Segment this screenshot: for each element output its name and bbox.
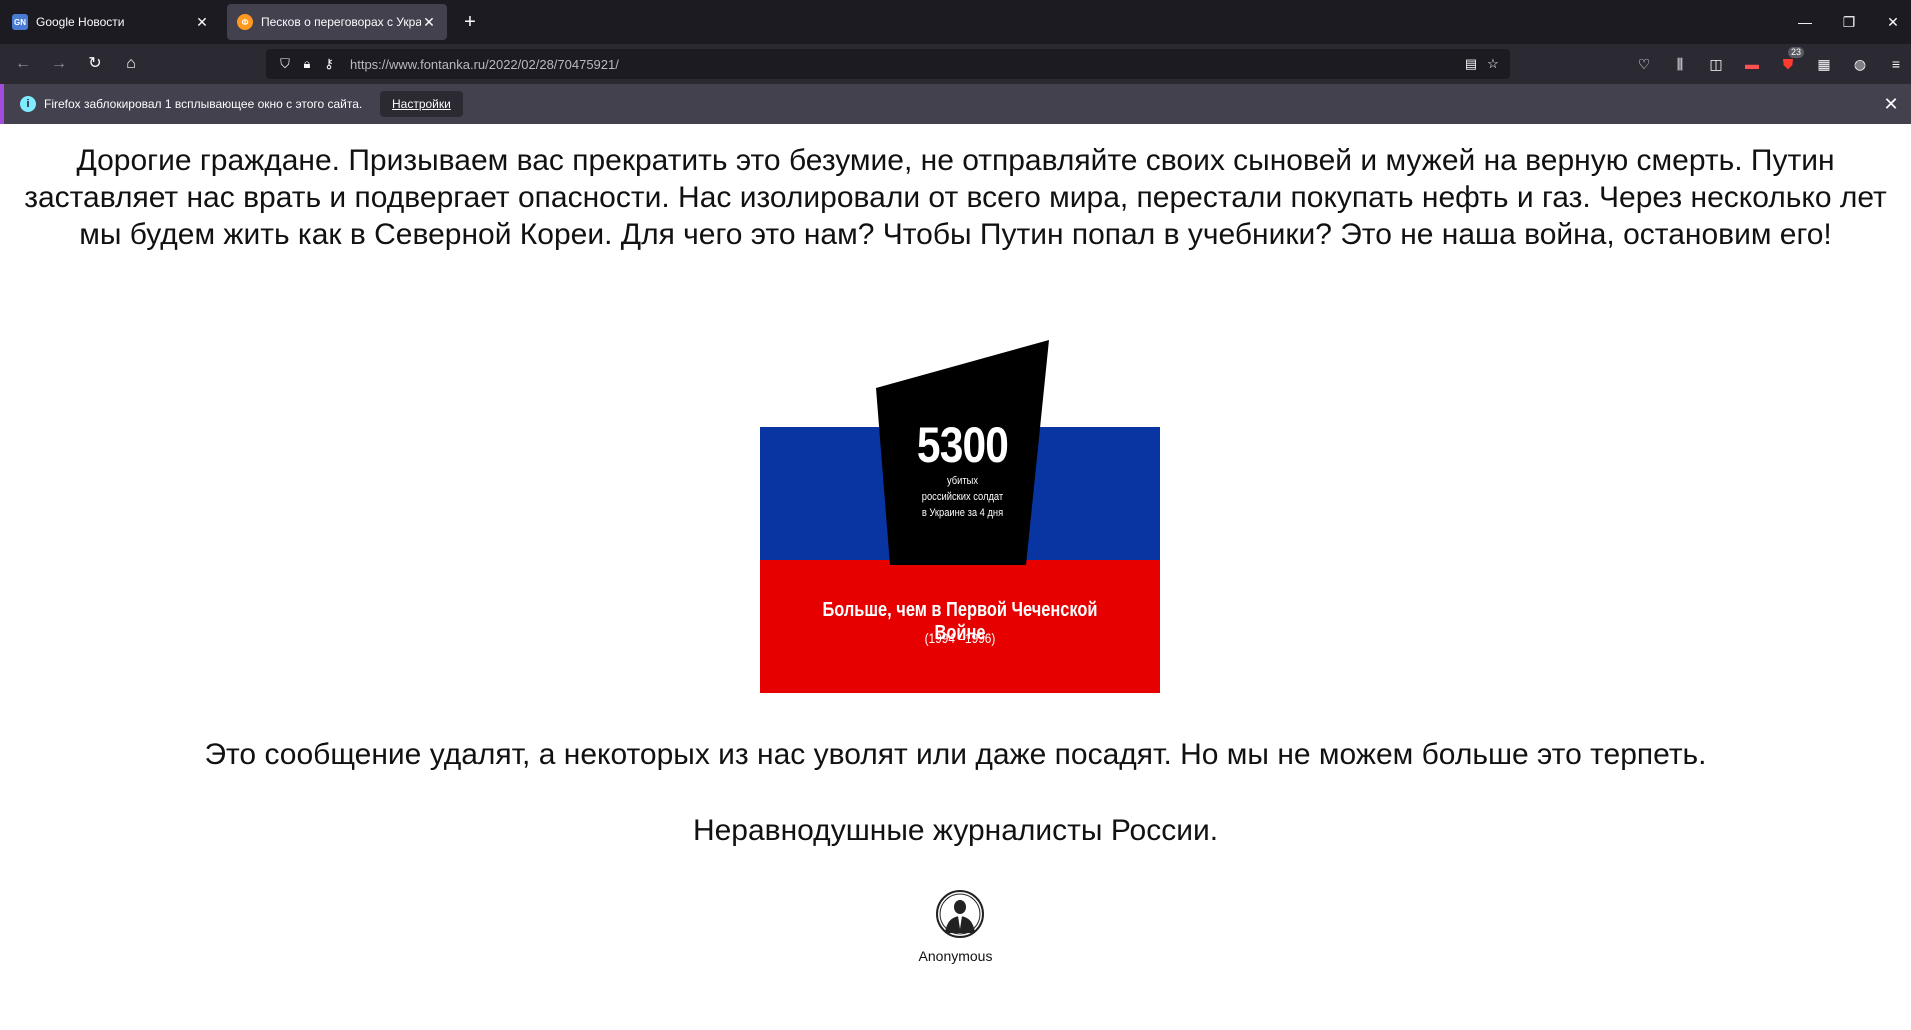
pocket-icon[interactable]: ♡ (1632, 53, 1656, 75)
library-icon[interactable]: ⫼ (1668, 53, 1692, 75)
minimize-icon[interactable]: — (1790, 8, 1820, 36)
comparison-years: (1994 –1996) (924, 630, 996, 646)
notification-close-icon[interactable]: ✕ (1879, 92, 1903, 116)
info-icon: i (20, 96, 36, 112)
url-bar[interactable]: ⛉ 🔒︎ ⚷ https://www.fontanka.ru/2022/02/2… (266, 49, 1510, 79)
nav-bar: ← → ↻ ⌂ ⛉ 🔒︎ ⚷ https://www.fontanka.ru/2… (0, 44, 1911, 84)
anonymous-logo-icon (936, 890, 984, 938)
tab-title: Google Новости (36, 15, 125, 29)
globe-icon[interactable]: ◍ (1848, 53, 1872, 75)
page-content: Дорогие граждане. Призываем вас прекрати… (0, 124, 1911, 1030)
reader-view-icon[interactable]: ▤ (1460, 54, 1482, 74)
google-news-icon: GN (12, 14, 28, 30)
caption-line: убитых (946, 475, 979, 487)
tab-close-icon[interactable]: ✕ (421, 14, 437, 31)
notification-text: Firefox заблокировал 1 всплывающее окно … (44, 97, 363, 111)
caption-line: российских солдат (921, 491, 1004, 503)
plus-icon[interactable]: + (458, 10, 482, 34)
url-text[interactable]: https://www.fontanka.ru/2022/02/28/70475… (350, 57, 1460, 72)
shield-icon[interactable]: ⛉ (274, 54, 296, 74)
sidebar-icon[interactable]: ◫ (1704, 53, 1728, 75)
close-icon[interactable]: ✕ (1878, 8, 1908, 36)
lastpass-icon[interactable]: ▬ (1740, 53, 1764, 75)
caption-line: в Украине за 4 дня (921, 507, 1004, 519)
restore-icon[interactable]: ❐ (1834, 8, 1864, 36)
death-count: 5300 (916, 417, 1009, 473)
anonymous-label: Anonymous (918, 948, 993, 964)
signature: Неравнодушные журналисты России. (692, 814, 1219, 847)
appeal-text: Дорогие граждане. Призываем вас прекрати… (24, 144, 1887, 251)
fontanka-icon: Ф (237, 14, 253, 30)
notification-settings-button[interactable]: Настройки (380, 91, 463, 117)
extension-icon[interactable]: ▦ (1812, 53, 1836, 75)
extension-badge: 23 (1787, 47, 1804, 58)
arrow-right-icon[interactable]: → (46, 52, 72, 76)
tab-title: Песков о переговорах с Украиной (261, 15, 421, 29)
arrow-left-icon[interactable]: ← (10, 52, 36, 76)
tab-close-icon[interactable]: ✕ (194, 14, 210, 31)
cross-icon: † (956, 164, 969, 189)
warning-paragraph: Это сообщение удалят, а некоторых из нас… (204, 738, 1707, 771)
reload-icon[interactable]: ↻ (82, 52, 108, 76)
star-icon[interactable]: ☆ (1482, 54, 1504, 74)
lock-icon[interactable]: 🔒︎ (296, 54, 318, 74)
popup-blocked-notification: i Firefox заблокировал 1 всплывающее окн… (0, 84, 1911, 124)
tab-google-news[interactable]: GN Google Новости ✕ (2, 4, 220, 40)
ublock-icon[interactable]: ⛊ 23 (1776, 47, 1804, 75)
tab-bar: GN Google Новости ✕ Ф Песков о переговор… (0, 0, 1911, 44)
tab-fontanka[interactable]: Ф Песков о переговорах с Украиной ✕ (227, 4, 447, 40)
menu-icon[interactable]: ≡ (1884, 53, 1908, 75)
home-icon[interactable]: ⌂ (118, 52, 144, 76)
permissions-icon[interactable]: ⚷ (318, 54, 340, 74)
